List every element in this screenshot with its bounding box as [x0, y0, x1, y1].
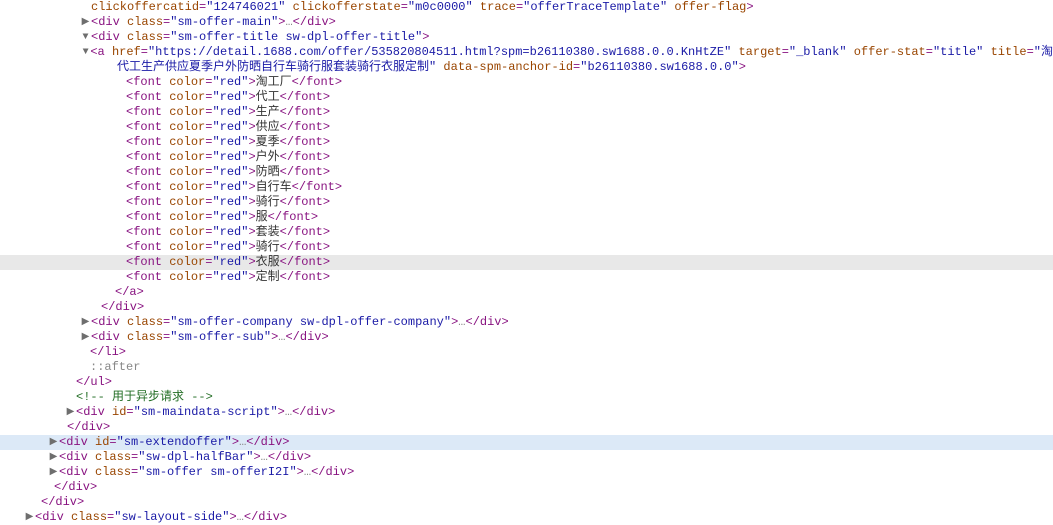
row-company[interactable]: ▶<div class="sm-offer-company sw-dpl-off…: [0, 315, 1053, 330]
no-arrow: ▶: [90, 300, 101, 315]
row-font-13[interactable]: ▶<font color="red">定制</font>: [0, 270, 1053, 285]
no-arrow: ▶: [56, 420, 67, 435]
no-arrow: ▶: [115, 135, 126, 150]
row-ul-close[interactable]: ▶</ul>: [0, 375, 1053, 390]
no-arrow: ▶: [115, 75, 126, 90]
row-font-6[interactable]: ▶<font color="red">防晒</font>: [0, 165, 1053, 180]
expand-icon[interactable]: ▶: [65, 405, 76, 420]
row-layout-side[interactable]: ▶<div class="sw-layout-side">…</div>: [0, 510, 1053, 525]
no-arrow: ▶: [79, 345, 90, 360]
no-arrow: ▶: [106, 60, 117, 75]
expand-icon[interactable]: ▶: [80, 315, 91, 330]
no-arrow: ▶: [115, 225, 126, 240]
row-font-8[interactable]: ▶<font color="red">骑行</font>: [0, 195, 1053, 210]
row-font-1[interactable]: ▶<font color="red">代工</font>: [0, 90, 1053, 105]
row-anchor-open[interactable]: ▼<a href="https://detail.1688.com/offer/…: [0, 45, 1053, 60]
no-arrow: ▶: [115, 90, 126, 105]
no-arrow: ▶: [115, 120, 126, 135]
row-font-2[interactable]: ▶<font color="red">生产</font>: [0, 105, 1053, 120]
no-arrow: ▶: [115, 150, 126, 165]
expand-icon[interactable]: ▶: [80, 15, 91, 30]
dom-tree[interactable]: ▶clickoffercatid="124746021" clickoffers…: [0, 0, 1053, 525]
row-div-close-1[interactable]: ▶</div>: [0, 420, 1053, 435]
row-font-7[interactable]: ▶<font color="red">自行车</font>: [0, 180, 1053, 195]
row-halfbar[interactable]: ▶<div class="sw-dpl-halfBar">…</div>: [0, 450, 1053, 465]
no-arrow: ▶: [115, 105, 126, 120]
no-arrow: ▶: [43, 480, 54, 495]
row-offer-title-close[interactable]: ▶</div>: [0, 300, 1053, 315]
row-font-0[interactable]: ▶<font color="red">淘工厂</font>: [0, 75, 1053, 90]
row-font-5[interactable]: ▶<font color="red">户外</font>: [0, 150, 1053, 165]
row-font-3[interactable]: ▶<font color="red">供应</font>: [0, 120, 1053, 135]
no-arrow: ▶: [115, 210, 126, 225]
row-offer-title[interactable]: ▼<div class="sm-offer-title sw-dpl-offer…: [0, 30, 1053, 45]
no-arrow: ▶: [115, 180, 126, 195]
row-i2i[interactable]: ▶<div class="sm-offer sm-offerI2I">…</di…: [0, 465, 1053, 480]
row-div-close-2[interactable]: ▶</div>: [0, 480, 1053, 495]
expand-icon[interactable]: ▶: [48, 435, 59, 450]
row-maindata[interactable]: ▶<div id="sm-maindata-script">…</div>: [0, 405, 1053, 420]
no-arrow: ▶: [115, 165, 126, 180]
no-arrow: ▶: [115, 195, 126, 210]
row-sub[interactable]: ▶<div class="sm-offer-sub">…</div>: [0, 330, 1053, 345]
row-font-10[interactable]: ▶<font color="red">套装</font>: [0, 225, 1053, 240]
expand-icon[interactable]: ▶: [80, 330, 91, 345]
expand-icon[interactable]: ▶: [48, 465, 59, 480]
no-arrow: ▶: [80, 0, 91, 15]
no-arrow: ▶: [79, 360, 90, 375]
expand-icon[interactable]: ▶: [48, 450, 59, 465]
row-offer-main[interactable]: ▶<div class="sm-offer-main">…</div>: [0, 15, 1053, 30]
row-li-close[interactable]: ▶</li>: [0, 345, 1053, 360]
collapse-icon[interactable]: ▼: [81, 45, 90, 60]
no-arrow: ▶: [65, 390, 76, 405]
row-font-4[interactable]: ▶<font color="red">夏季</font>: [0, 135, 1053, 150]
row-font-11[interactable]: ▶<font color="red">骑行</font>: [0, 240, 1053, 255]
row-anchor-open-cont[interactable]: ▶代工生产供应夏季户外防晒自行车骑行服套装骑行衣服定制" data-spm-an…: [0, 60, 1053, 75]
row-font-9[interactable]: ▶<font color="red">服</font>: [0, 210, 1053, 225]
row-after[interactable]: ▶::after: [0, 360, 1053, 375]
no-arrow: ▶: [104, 285, 115, 300]
row-parent-attrs[interactable]: ▶clickoffercatid="124746021" clickoffers…: [0, 0, 1053, 15]
no-arrow: ▶: [115, 270, 126, 285]
collapse-icon[interactable]: ▼: [80, 30, 91, 45]
no-arrow: ▶: [65, 375, 76, 390]
no-arrow: ▶: [30, 495, 41, 510]
no-arrow: ▶: [115, 255, 126, 270]
no-arrow: ▶: [115, 240, 126, 255]
row-font-12[interactable]: ▶<font color="red">衣服</font>: [0, 255, 1053, 270]
row-anchor-close[interactable]: ▶</a>: [0, 285, 1053, 300]
expand-icon[interactable]: ▶: [24, 510, 35, 525]
row-div-close-3[interactable]: ▶</div>: [0, 495, 1053, 510]
row-extendoffer[interactable]: ▶<div id="sm-extendoffer">…</div>: [0, 435, 1053, 450]
row-comment[interactable]: ▶<!-- 用于异步请求 -->: [0, 390, 1053, 405]
